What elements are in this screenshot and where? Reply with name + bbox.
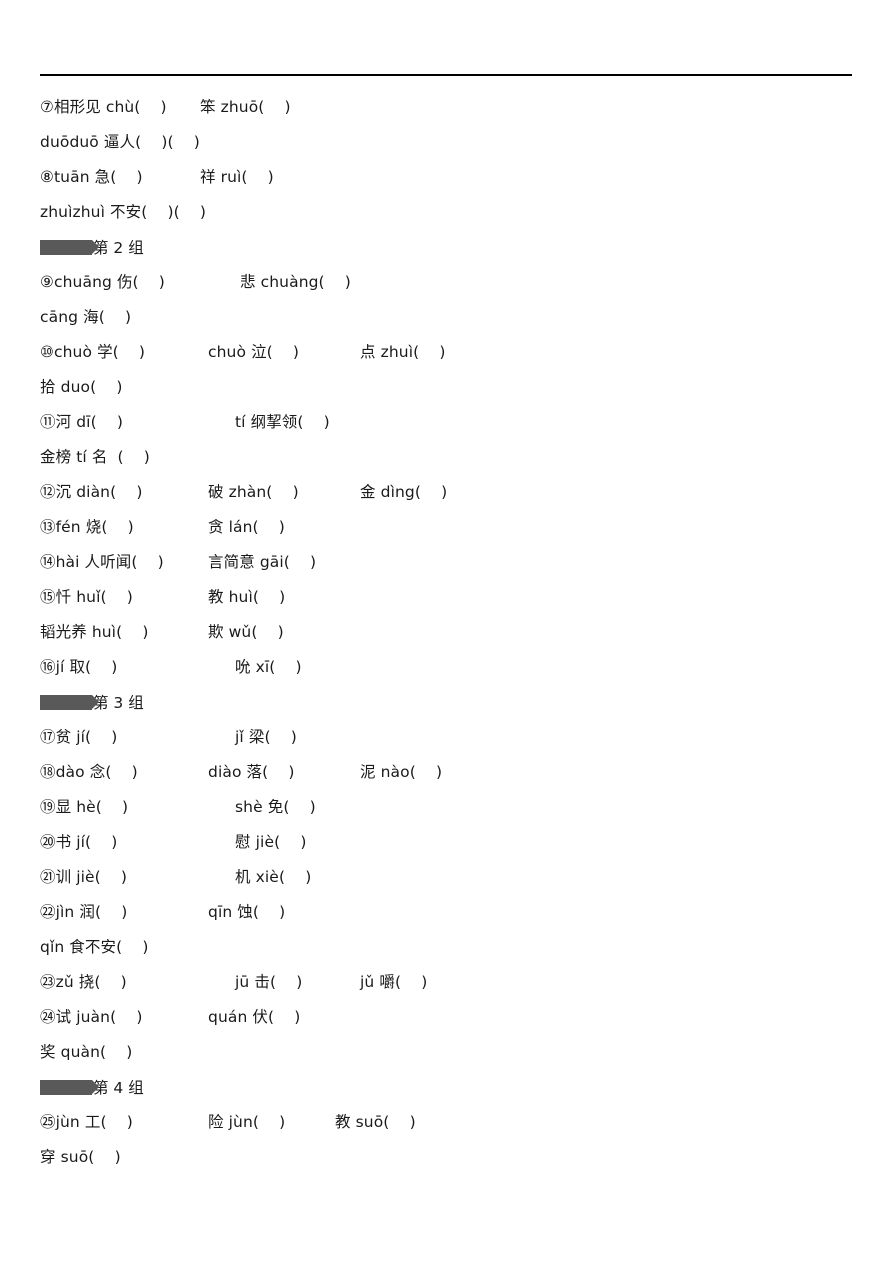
exercise-item: 点 zhuì( ) (360, 343, 446, 361)
group-heading-label: 第 2 组 (93, 238, 144, 257)
exercise-item: qǐn 食不安( ) (40, 938, 149, 956)
exercise-line: ⑰贫 jí( ) jǐ 梁( ) (40, 720, 852, 755)
exercise-line: ⑱dào 念( ) diào 落( ) 泥 nào( ) (40, 755, 852, 790)
group-flag-icon (40, 239, 99, 255)
exercise-item: ㉒jìn 润( ) (40, 903, 128, 921)
exercise-item: ⑧tuān 急( ) (40, 168, 143, 186)
exercise-line: ⑳书 jí( ) 慰 jiè( ) (40, 825, 852, 860)
exercise-item: ⑩chuò 学( ) (40, 343, 146, 361)
exercise-line: ⑨chuāng 伤( ) 悲 chuàng( ) (40, 265, 852, 300)
exercise-line: ⑪河 dī( ) tí 纲挈领( ) (40, 405, 852, 440)
group-flag-icon (40, 1079, 99, 1095)
exercise-item: ㉕jùn 工( ) (40, 1113, 133, 1131)
exercise-item: shè 免( ) (235, 798, 316, 816)
exercise-item: jū 击( ) (235, 973, 303, 991)
exercise-item: zhuìzhuì 不安( )( ) (40, 203, 207, 221)
exercise-item: 拾 duo( ) (40, 378, 123, 396)
exercise-line: ㉑训 jiè( ) 机 xiè( ) (40, 860, 852, 895)
exercise-item: ⑭hài 人听闻( ) (40, 553, 164, 571)
exercise-item: ㉑训 jiè( ) (40, 868, 128, 886)
exercise-line: qǐn 食不安( ) (40, 930, 852, 965)
exercise-item: ㉔试 juàn( ) (40, 1008, 143, 1026)
exercise-line: cāng 海( ) (40, 300, 852, 335)
group-heading: 第 2 组 (40, 230, 852, 265)
exercise-item: 欺 wǔ( ) (208, 623, 284, 641)
exercise-item: 金 dìng( ) (360, 483, 448, 501)
exercise-item: 险 jùn( ) (208, 1113, 286, 1131)
exercise-item: ⑮忏 huǐ( ) (40, 588, 133, 606)
exercise-line: ⑭hài 人听闻( ) 言简意 gāi( ) (40, 545, 852, 580)
exercise-item: ⑦相形见 chù( ) (40, 98, 167, 116)
exercise-line: ㉒jìn 润( ) qīn 蚀( ) (40, 895, 852, 930)
exercise-item: 慰 jiè( ) (235, 833, 307, 851)
exercise-item: 教 huì( ) (208, 588, 286, 606)
exercise-item: cāng 海( ) (40, 308, 132, 326)
group-heading-label: 第 4 组 (93, 1078, 144, 1097)
exercise-item: ⑬fén 烧( ) (40, 518, 134, 536)
exercise-line: ⑮忏 huǐ( ) 教 huì( ) (40, 580, 852, 615)
worksheet-page: ⑦相形见 chù( ) 笨 zhuō( ) duōduō 逼人( )( ) ⑧tuān… (0, 0, 892, 1262)
exercise-item: tí 纲挈领( ) (235, 413, 330, 431)
exercise-line: ⑧tuān 急( ) 祥 ruì( ) (40, 160, 852, 195)
exercise-item: 穿 suō( ) (40, 1148, 121, 1166)
exercise-line: duōduō 逼人( )( ) (40, 125, 852, 160)
exercise-line: ⑲显 hè( ) shè 免( ) (40, 790, 852, 825)
exercise-line: 金榜 tí 名 ( ) (40, 440, 852, 475)
exercise-item: 教 suō( ) (335, 1113, 416, 1131)
exercise-line: 穿 suō( ) (40, 1140, 852, 1175)
group-heading: 第 4 组 (40, 1070, 852, 1105)
exercise-item: 吮 xī( ) (235, 658, 302, 676)
exercise-line: ㉕jùn 工( ) 险 jùn( ) 教 suō( ) (40, 1105, 852, 1140)
exercise-item: 言简意 gāi( ) (208, 553, 317, 571)
exercise-item: ⑰贫 jí( ) (40, 728, 118, 746)
exercise-line: zhuìzhuì 不安( )( ) (40, 195, 852, 230)
exercise-line: ⑩chuò 学( ) chuò 泣( ) 点 zhuì( ) (40, 335, 852, 370)
exercise-item: quán 伏( ) (208, 1008, 301, 1026)
group-flag-icon (40, 694, 99, 710)
exercise-item: qīn 蚀( ) (208, 903, 286, 921)
exercise-item: 破 zhàn( ) (208, 483, 299, 501)
group-heading: 第 3 组 (40, 685, 852, 720)
exercise-line: 拾 duo( ) (40, 370, 852, 405)
exercise-item: 奖 quàn( ) (40, 1043, 133, 1061)
exercise-item: ⑱dào 念( ) (40, 763, 138, 781)
exercise-item: 机 xiè( ) (235, 868, 312, 886)
exercise-item: 泥 nào( ) (360, 763, 443, 781)
exercise-item: jǐ 梁( ) (235, 728, 297, 746)
exercise-item: ⑯jí 取( ) (40, 658, 118, 676)
exercise-line: ⑦相形见 chù( ) 笨 zhuō( ) (40, 90, 852, 125)
group-heading-label: 第 3 组 (93, 693, 144, 712)
exercise-line: ⑫沉 diàn( ) 破 zhàn( ) 金 dìng( ) (40, 475, 852, 510)
exercise-item: chuò 泣( ) (208, 343, 300, 361)
exercise-item: ⑫沉 diàn( ) (40, 483, 143, 501)
top-divider-rule (40, 74, 852, 76)
exercise-line: 奖 quàn( ) (40, 1035, 852, 1070)
exercise-item: jǔ 嚼( ) (360, 973, 428, 991)
exercise-item: duōduō 逼人( )( ) (40, 133, 200, 151)
exercise-item: 贪 lán( ) (208, 518, 285, 536)
exercise-item: 金榜 tí 名 ( ) (40, 448, 150, 466)
exercise-line: ⑬fén 烧( ) 贪 lán( ) (40, 510, 852, 545)
exercise-item: ⑪河 dī( ) (40, 413, 123, 431)
content-area: ⑦相形见 chù( ) 笨 zhuō( ) duōduō 逼人( )( ) ⑧tuān… (40, 74, 852, 1175)
exercise-line: ㉓zǔ 挠( ) jū 击( ) jǔ 嚼( ) (40, 965, 852, 1000)
exercise-item: ⑨chuāng 伤( ) (40, 273, 165, 291)
exercise-line: ㉔试 juàn( ) quán 伏( ) (40, 1000, 852, 1035)
exercise-item: 祥 ruì( ) (200, 168, 274, 186)
exercise-item: diào 落( ) (208, 763, 295, 781)
exercise-item: 悲 chuàng( ) (240, 273, 351, 291)
exercise-line: 韬光养 huì( ) 欺 wǔ( ) (40, 615, 852, 650)
exercise-line: ⑯jí 取( ) 吮 xī( ) (40, 650, 852, 685)
exercise-item: ㉓zǔ 挠( ) (40, 973, 127, 991)
exercise-item: ⑲显 hè( ) (40, 798, 129, 816)
exercise-line-list: ⑦相形见 chù( ) 笨 zhuō( ) duōduō 逼人( )( ) ⑧tuān… (40, 90, 852, 1175)
exercise-item: 笨 zhuō( ) (200, 98, 291, 116)
exercise-item: 韬光养 huì( ) (40, 623, 149, 641)
exercise-item: ⑳书 jí( ) (40, 833, 118, 851)
